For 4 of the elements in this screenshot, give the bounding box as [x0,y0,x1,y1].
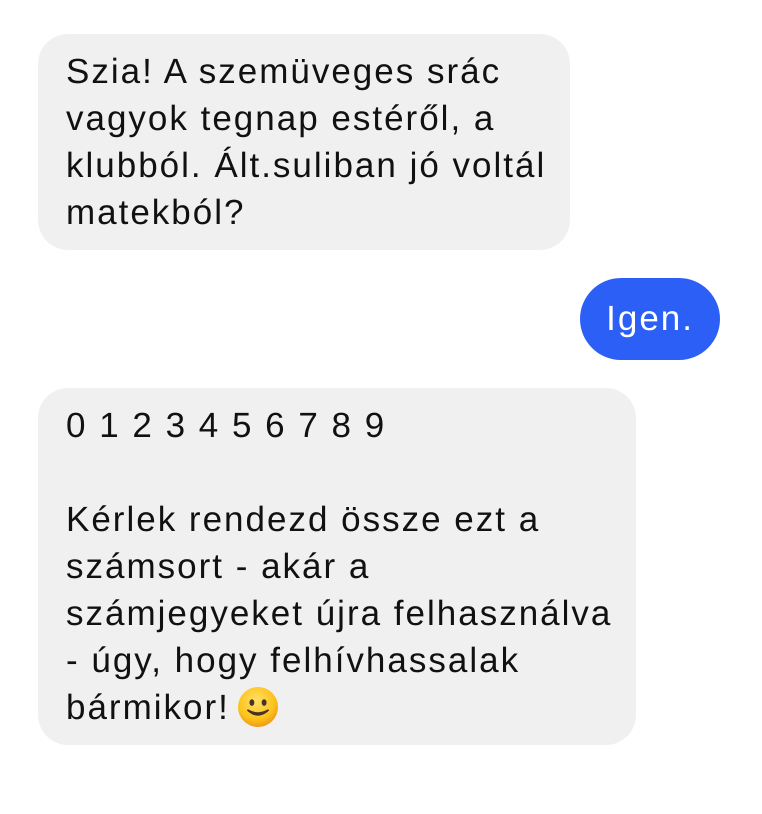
message-text: 0 1 2 3 4 5 6 7 8 9 [66,406,386,445]
message-text: Szia! A szemüveges srác vagyok tegnap estéről, a klubból. Ált.suliban jó voltál matekból? [66,52,546,232]
message-text: Kérlek rendezd össze ezt a számsort - akár a számjegyeket újra felhasználva - úgy, hogy felhívhassalak bármikor! [66,500,612,727]
message-text: Igen. [606,299,694,338]
